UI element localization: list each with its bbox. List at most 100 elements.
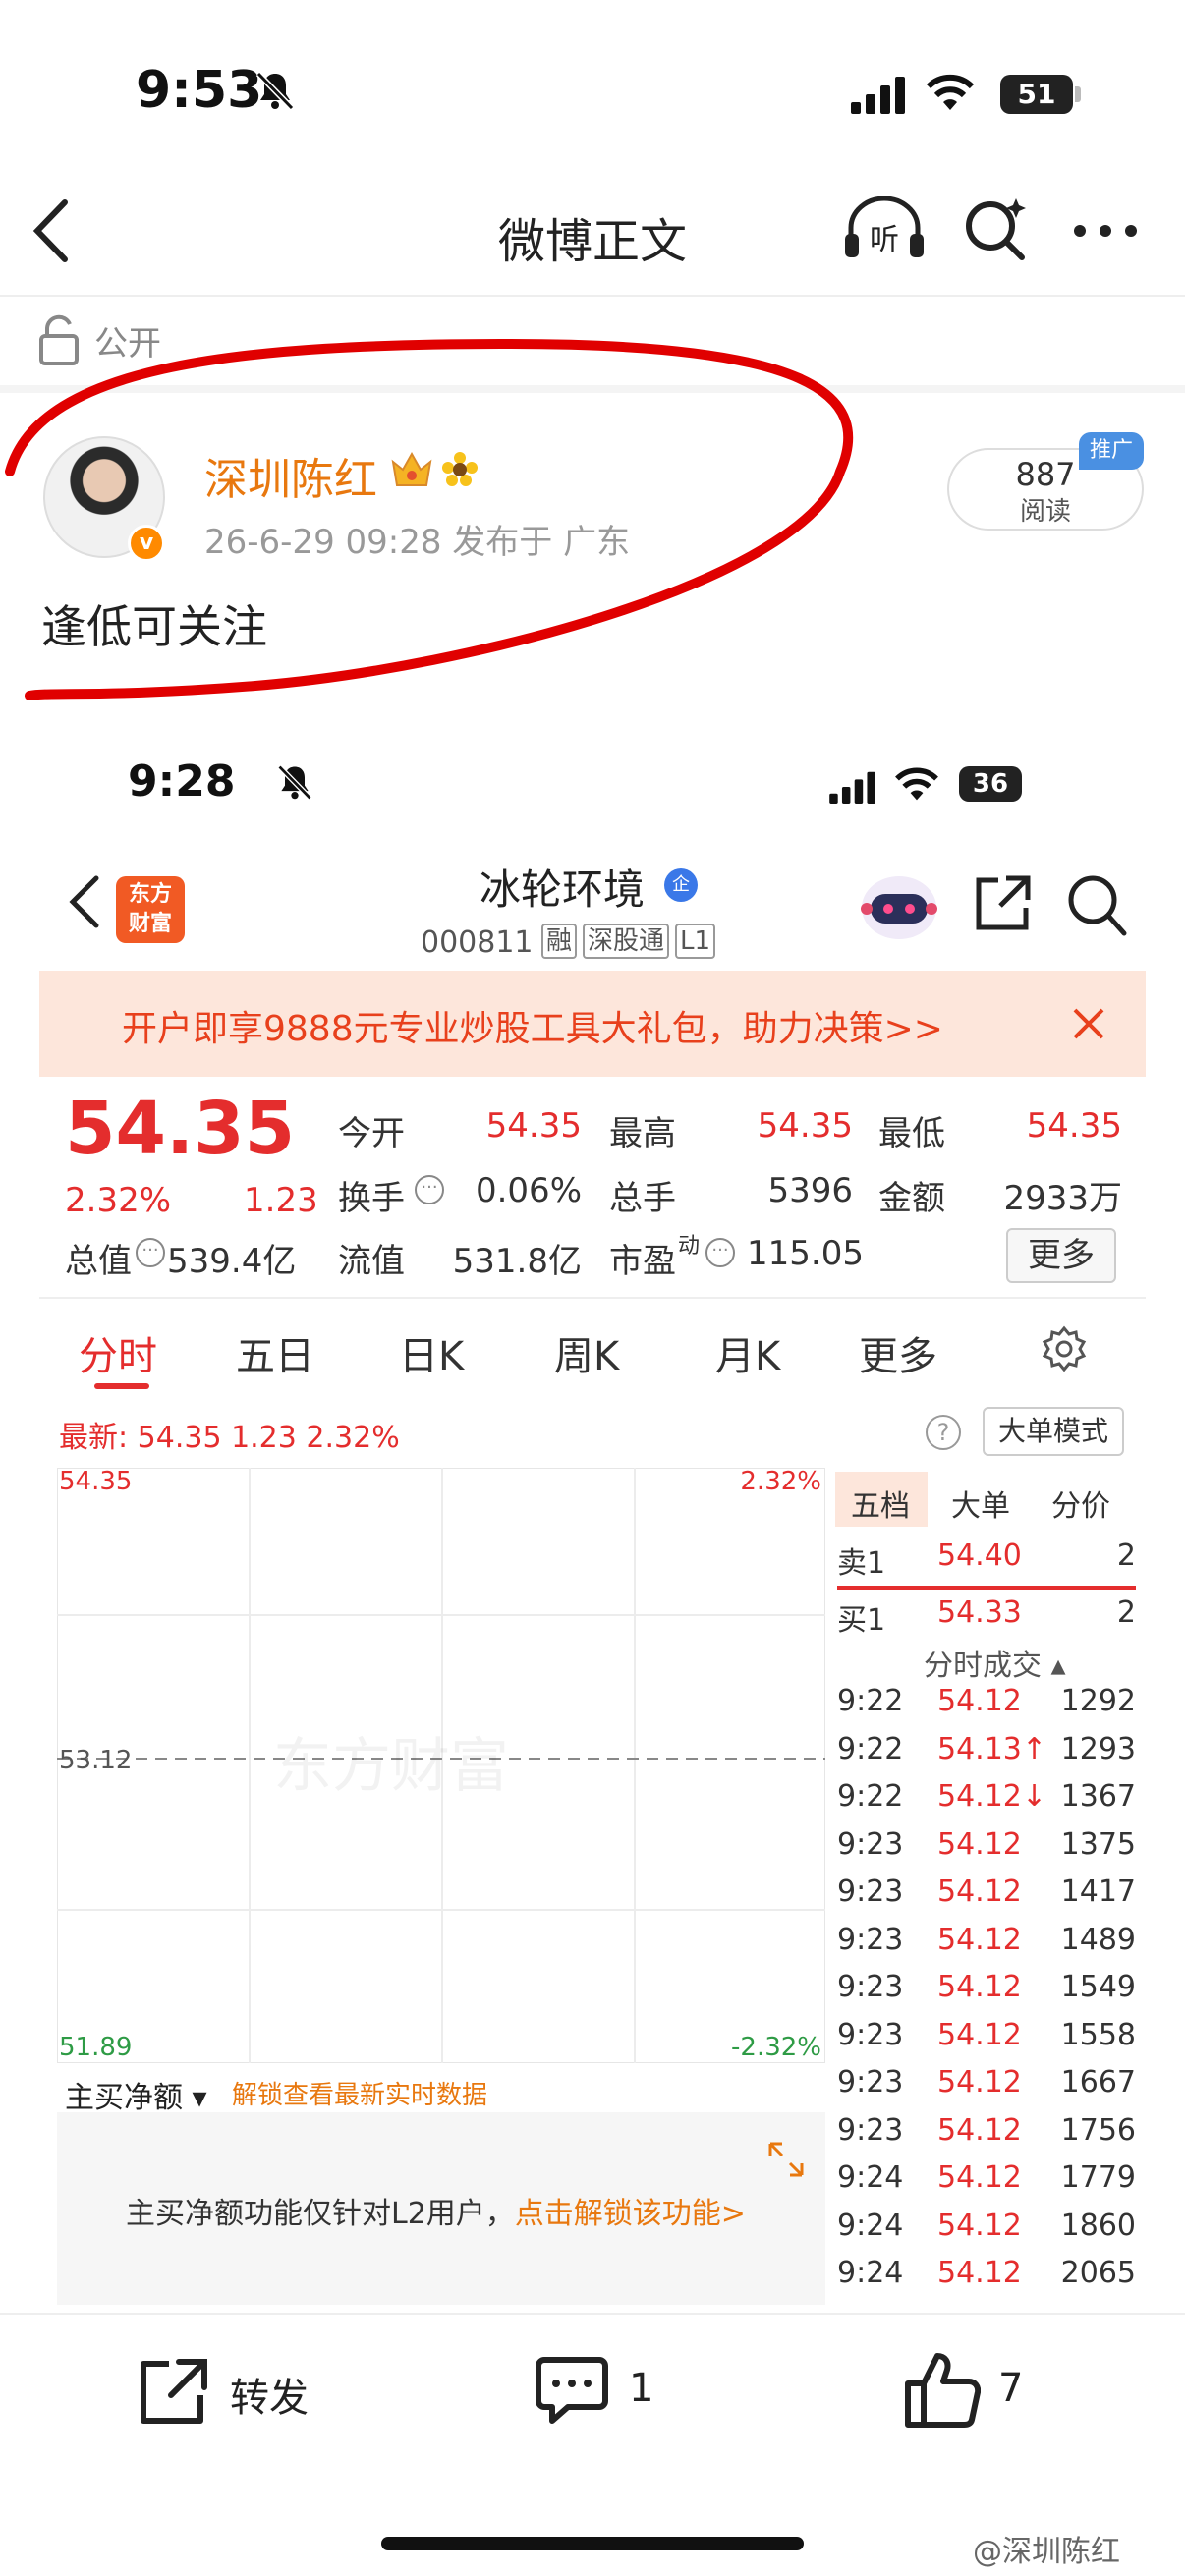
mcap-value: 539.4亿 xyxy=(167,1242,297,1281)
tick-time: 9:24 xyxy=(837,2209,904,2243)
red-circle-annotation xyxy=(5,338,854,700)
stock-code: 000811 xyxy=(421,925,534,960)
intraday-chart[interactable]: 东方财富 54.35 2.32% 53.12 51.89 -2.32% xyxy=(57,1468,825,2063)
cellular-signal-icon xyxy=(851,77,905,114)
orderbook-tab-price[interactable]: 分价 xyxy=(1051,1482,1110,1525)
pe-value: 115.05 xyxy=(747,1234,864,1273)
help-icon[interactable]: ? xyxy=(926,1415,961,1450)
home-indicator[interactable] xyxy=(381,2537,804,2550)
headphones-listen-icon[interactable]: 听 xyxy=(843,195,926,261)
tab-more[interactable]: 更多 xyxy=(859,1324,937,1381)
big-order-mode-button[interactable]: 大单模式 xyxy=(983,1407,1124,1456)
volume-value: 5396 xyxy=(767,1171,853,1210)
embedded-back-icon[interactable] xyxy=(65,872,104,931)
pe-superscript: 动 xyxy=(678,1234,701,1259)
tab-daily-k[interactable]: 日K xyxy=(399,1324,464,1381)
tab-monthly-k[interactable]: 月K xyxy=(715,1324,780,1381)
tick-volume: 1417 xyxy=(1060,1875,1136,1909)
float-value: 531.8亿 xyxy=(452,1242,582,1281)
tick-volume: 1667 xyxy=(1060,2065,1136,2100)
like-thumb-icon[interactable] xyxy=(904,2350,981,2429)
settings-gear-icon[interactable] xyxy=(1040,1324,1089,1373)
change-percent: 2.32% xyxy=(65,1181,172,1220)
tab-five-day[interactable]: 五日 xyxy=(236,1324,314,1381)
tick-price: 54.12 xyxy=(937,2018,1022,2052)
turnover-label: 换手 xyxy=(338,1179,405,1218)
like-count[interactable]: 7 xyxy=(998,2366,1023,2411)
more-quote-button[interactable]: 更多 xyxy=(1006,1228,1116,1283)
tick-volume: 1293 xyxy=(1060,1732,1136,1766)
ticks-header[interactable]: 分时成交 ▴ xyxy=(924,1641,1066,1684)
sell1-price: 54.40 xyxy=(937,1539,1022,1573)
change-amount: 1.23 xyxy=(244,1181,318,1220)
close-icon[interactable] xyxy=(1069,1004,1108,1043)
tab-weekly-k[interactable]: 周K xyxy=(554,1324,619,1381)
buy1-label: 买1 xyxy=(837,1603,886,1638)
eastmoney-logo: 东方 财富 xyxy=(116,876,185,943)
chart-watermark: 东方财富 xyxy=(273,1732,509,1801)
latest-quote-line: 最新: 54.35 1.23 2.32% xyxy=(59,1421,400,1455)
logo-line-2: 财富 xyxy=(128,912,172,936)
tick-time: 9:23 xyxy=(837,2065,904,2100)
mcap-info-icon[interactable]: ··· xyxy=(136,1238,165,1267)
high-value: 54.35 xyxy=(757,1106,853,1146)
forward-icon[interactable] xyxy=(136,2356,210,2427)
promo-banner-text[interactable]: 开户即享9888元专业炒股工具大礼包，助力决策>> xyxy=(122,1000,943,1051)
bell-muted-icon xyxy=(255,71,295,111)
tick-volume: 1860 xyxy=(1060,2209,1136,2243)
tick-price: 54.12 xyxy=(937,2160,1022,2195)
tick-volume: 1558 xyxy=(1060,2018,1136,2052)
tick-volume: 1756 xyxy=(1060,2113,1136,2148)
forward-button[interactable]: 转发 xyxy=(230,2366,309,2423)
tag-level: L1 xyxy=(675,924,716,959)
tick-volume: 1375 xyxy=(1060,1827,1136,1862)
embedded-wifi-icon xyxy=(895,767,938,801)
chart-mid-label: 53.12 xyxy=(59,1746,132,1775)
tick-price: 54.12 xyxy=(937,1827,1022,1862)
divider xyxy=(0,295,1185,297)
tick-volume: 1367 xyxy=(1060,1779,1136,1814)
embedded-bell-muted-icon xyxy=(277,764,312,801)
tick-time: 9:23 xyxy=(837,1827,904,1862)
comment-count[interactable]: 1 xyxy=(629,2366,653,2411)
tick-time: 9:23 xyxy=(837,2018,904,2052)
embedded-search-icon[interactable] xyxy=(1065,872,1128,937)
unlock-feature-link[interactable]: 点击解锁该功能> xyxy=(515,2197,746,2231)
info-icon[interactable]: ··· xyxy=(415,1175,444,1204)
tick-price: 54.12 xyxy=(937,1970,1022,2004)
expand-icon[interactable] xyxy=(766,2140,806,2179)
buy1-price: 54.33 xyxy=(937,1596,1022,1630)
tag-connect: 深股通 xyxy=(583,924,670,959)
unlock-realtime-link[interactable]: 解锁查看最新实时数据 xyxy=(232,2075,487,2111)
orderbook-tab-five[interactable]: 五档 xyxy=(851,1482,910,1525)
tick-price: 54.12 xyxy=(937,2065,1022,2100)
more-options-icon[interactable] xyxy=(1071,222,1140,240)
net-buy-dropdown[interactable]: 主买净额 ▾ xyxy=(65,2073,207,2116)
tick-time: 9:23 xyxy=(837,1970,904,2004)
embedded-signal-icon xyxy=(829,771,875,804)
orderbook-tab-big[interactable]: 大单 xyxy=(951,1482,1010,1525)
chart-top-right-label: 2.32% xyxy=(740,1468,821,1496)
tab-intraday[interactable]: 分时 xyxy=(79,1324,157,1381)
tick-price: 54.12 xyxy=(937,2113,1022,2148)
embedded-share-icon[interactable] xyxy=(971,872,1034,935)
battery-tip xyxy=(1075,86,1081,102)
tick-price: 54.12 xyxy=(937,1684,1022,1718)
divider xyxy=(39,1297,1146,1299)
ai-assistant-icon[interactable] xyxy=(857,867,941,943)
search-icon[interactable] xyxy=(961,195,1032,263)
tick-volume: 1779 xyxy=(1060,2160,1136,2195)
float-label: 流值 xyxy=(338,1242,405,1281)
read-label: 阅读 xyxy=(1019,497,1071,527)
pe-info-icon[interactable]: ··· xyxy=(705,1238,735,1267)
tick-time: 9:22 xyxy=(837,1779,904,1814)
tick-volume: 1549 xyxy=(1060,1970,1136,2004)
tick-time: 9:22 xyxy=(837,1684,904,1718)
tick-price: 54.12 xyxy=(937,2256,1022,2290)
stock-name: 冰轮环境 xyxy=(480,866,646,914)
high-label: 最高 xyxy=(609,1114,676,1153)
tick-time: 9:23 xyxy=(837,1923,904,1957)
comment-icon[interactable] xyxy=(535,2354,609,2429)
tick-time: 9:22 xyxy=(837,1732,904,1766)
svg-text:听: 听 xyxy=(870,223,899,257)
